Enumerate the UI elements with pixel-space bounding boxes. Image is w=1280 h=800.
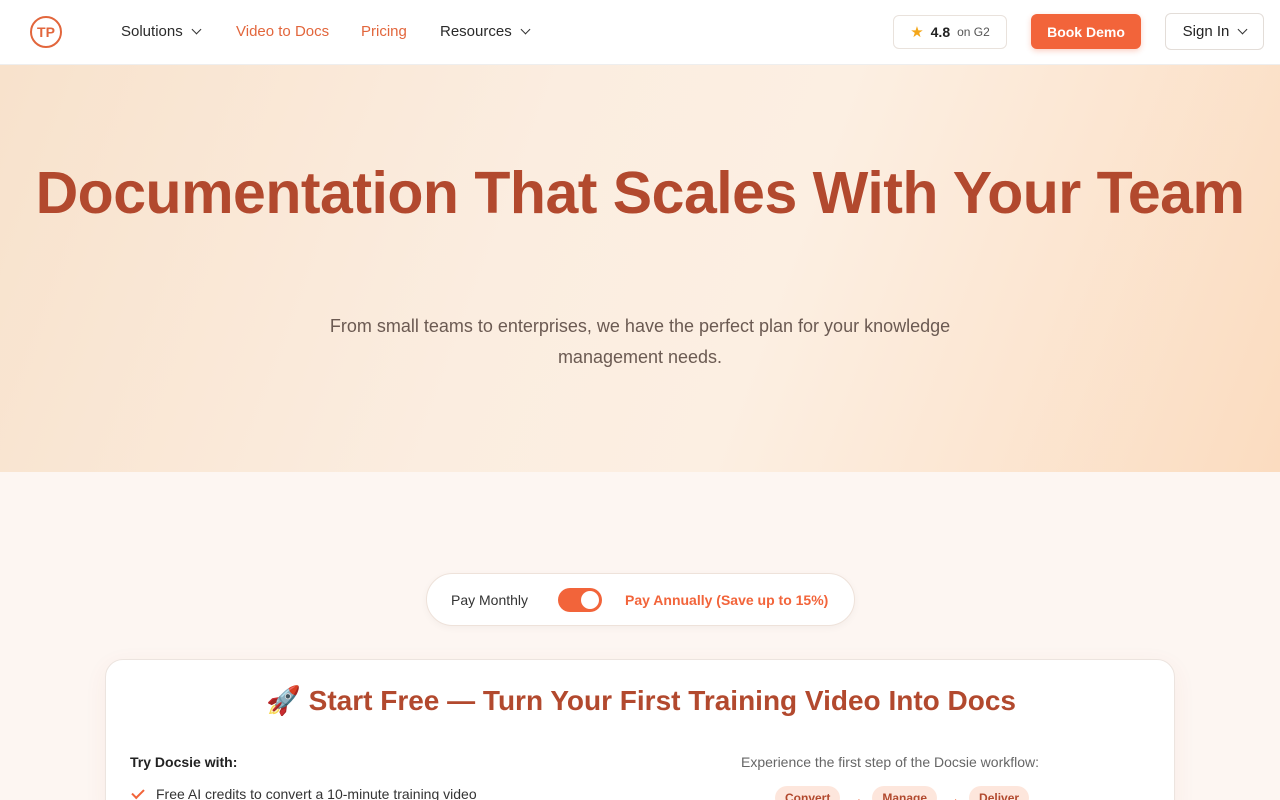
hero-title: Documentation That Scales With Your Team (35, 160, 1245, 226)
nav-resources-label: Resources (440, 23, 512, 40)
docsie-logo[interactable]: TP (30, 16, 62, 48)
step-convert: Convert (775, 786, 841, 800)
book-demo-button[interactable]: Book Demo (1031, 14, 1141, 49)
nav-solutions[interactable]: Solutions (121, 23, 202, 40)
arrow-right-icon: → (849, 790, 864, 800)
billing-period-toggle: Pay Monthly Pay Annually (Save up to 15%… (426, 573, 855, 626)
nav-video-to-docs-label: Video to Docs (236, 23, 330, 40)
feature-text: Free AI credits to convert a 10-minute t… (156, 786, 477, 800)
rating-source: on G2 (957, 25, 990, 39)
sign-in-button[interactable]: Sign In (1165, 13, 1264, 50)
nav-resources[interactable]: Resources (440, 23, 531, 40)
chevron-down-icon (191, 24, 202, 35)
hero-subtitle: From small teams to enterprises, we have… (329, 316, 951, 367)
card-title: 🚀 Start Free — Turn Your First Training … (266, 685, 1016, 716)
hero-section: Documentation That Scales With Your Team… (0, 65, 1280, 472)
start-free-card: 🚀 Start Free — Turn Your First Training … (105, 659, 1175, 800)
logo-text: TP (37, 24, 55, 40)
chevron-down-icon (1237, 24, 1248, 35)
top-navbar: TP Solutions Video to Docs Pricing Resou… (0, 0, 1280, 65)
nav-pricing-label: Pricing (361, 23, 407, 40)
feature-item: Free AI credits to convert a 10-minute t… (131, 785, 477, 800)
billing-switch[interactable] (558, 588, 602, 612)
pay-monthly-label[interactable]: Pay Monthly (451, 592, 528, 608)
g2-rating-badge[interactable]: ★ 4.8 on G2 (893, 15, 1007, 49)
nav-video-to-docs[interactable]: Video to Docs (236, 23, 329, 40)
pay-annually-label[interactable]: Pay Annually (Save up to 15%) (625, 592, 828, 608)
arrow-right-icon: → (946, 790, 961, 800)
workflow-steps: Convert → Manage → Deliver (775, 786, 1030, 800)
step-manage: Manage (872, 786, 938, 800)
nav-pricing[interactable]: Pricing (361, 23, 407, 40)
sign-in-label: Sign In (1182, 23, 1230, 40)
workflow-label: Experience the first step of the Docsie … (741, 754, 1040, 770)
try-docsie-label: Try Docsie with: (130, 754, 238, 770)
step-deliver: Deliver (969, 786, 1030, 800)
nav-solutions-label: Solutions (121, 23, 183, 40)
switch-knob (581, 591, 599, 609)
rating-value: 4.8 (930, 24, 951, 40)
check-icon (131, 785, 145, 799)
star-icon: ★ (910, 24, 924, 41)
chevron-down-icon (520, 24, 531, 35)
